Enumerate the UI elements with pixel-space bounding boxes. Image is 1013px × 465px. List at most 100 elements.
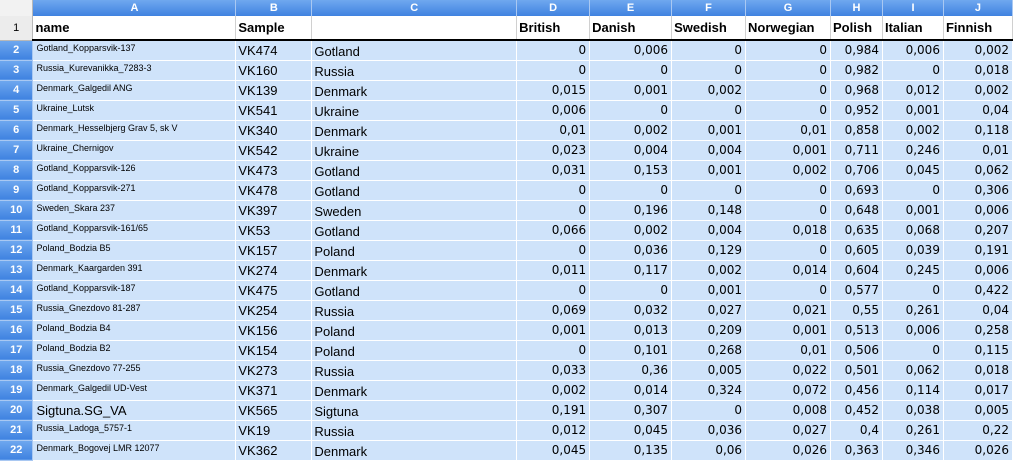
cell-polish[interactable]: 0,952 <box>830 100 883 121</box>
cell-finnish[interactable]: 0,207 <box>943 220 1013 241</box>
cell-british[interactable]: 0 <box>516 280 591 301</box>
cell-name[interactable]: Gotland_Kopparsvik-126 <box>32 160 237 181</box>
cell-norwegian[interactable]: 0,022 <box>745 360 831 381</box>
cell-finnish[interactable]: 0,062 <box>943 160 1013 181</box>
cell-danish[interactable]: 0,307 <box>589 400 673 421</box>
cell-polish[interactable]: 0,635 <box>830 220 883 241</box>
cell-finnish[interactable]: 0,22 <box>943 420 1013 441</box>
cell-british[interactable]: 0,001 <box>516 320 591 341</box>
cell-british[interactable]: 0,066 <box>516 220 591 241</box>
cell-name[interactable]: Denmark_Galgedil UD-Vest <box>32 380 237 401</box>
row-number[interactable]: 4 <box>0 80 34 101</box>
cell-swedish[interactable]: 0,002 <box>671 80 747 101</box>
row-number[interactable]: 18 <box>0 360 34 381</box>
cell-italian[interactable]: 0 <box>882 180 944 201</box>
cell-polish[interactable]: 0,706 <box>830 160 883 181</box>
cell-country[interactable]: Russia <box>311 420 518 441</box>
cell-norwegian[interactable]: 0 <box>745 200 831 221</box>
cell-country[interactable]: Russia <box>311 300 518 321</box>
cell-norwegian[interactable]: 0,072 <box>745 380 831 401</box>
row-number[interactable]: 1 <box>0 16 34 41</box>
column-header-b[interactable]: B <box>235 0 313 16</box>
cell-swedish[interactable]: 0,004 <box>671 220 747 241</box>
cell-sample[interactable]: VK473 <box>235 160 313 181</box>
cell-italian[interactable]: 0,068 <box>882 220 944 241</box>
cell-swedish[interactable]: 0,036 <box>671 420 747 441</box>
cell-british[interactable]: 0,006 <box>516 100 591 121</box>
cell-italian[interactable]: 0,039 <box>882 240 944 261</box>
cell-country[interactable]: Denmark <box>311 380 518 401</box>
row-number[interactable]: 14 <box>0 280 34 301</box>
cell-name[interactable]: Gotland_Kopparsvik-271 <box>32 180 237 201</box>
cell-finnish[interactable]: 0,422 <box>943 280 1013 301</box>
cell-country[interactable]: Gotland <box>311 180 518 201</box>
cell-danish[interactable]: 0,036 <box>589 240 673 261</box>
cell-norwegian[interactable]: 0 <box>745 60 831 81</box>
cell-italian[interactable]: 0,062 <box>882 360 944 381</box>
row-number[interactable]: 11 <box>0 220 34 241</box>
cell-finnish[interactable]: 0,026 <box>943 440 1013 461</box>
cell-norwegian[interactable]: 0 <box>745 240 831 261</box>
cell-finnish[interactable]: 0,017 <box>943 380 1013 401</box>
cell-sample[interactable]: VK154 <box>235 340 313 361</box>
cell-british[interactable]: 0 <box>516 60 591 81</box>
cell-swedish[interactable]: 0 <box>671 40 747 61</box>
cell-finnish[interactable]: 0,118 <box>943 120 1013 141</box>
cell-finnish[interactable]: 0,018 <box>943 360 1013 381</box>
header-cell-norwegian[interactable]: Norwegian <box>745 16 831 41</box>
cell-country[interactable]: Ukraine <box>311 140 518 161</box>
cell-norwegian[interactable]: 0,01 <box>745 120 831 141</box>
cell-sample[interactable]: VK397 <box>235 200 313 221</box>
cell-country[interactable]: Denmark <box>311 80 518 101</box>
cell-name[interactable]: Denmark_Bogovej LMR 12077 <box>32 440 237 461</box>
cell-danish[interactable]: 0,135 <box>589 440 673 461</box>
cell-italian[interactable]: 0,245 <box>882 260 944 281</box>
cell-swedish[interactable]: 0 <box>671 180 747 201</box>
cell-polish[interactable]: 0,648 <box>830 200 883 221</box>
cell-sample[interactable]: VK340 <box>235 120 313 141</box>
cell-finnish[interactable]: 0,258 <box>943 320 1013 341</box>
cell-country[interactable]: Denmark <box>311 440 518 461</box>
cell-polish[interactable]: 0,968 <box>830 80 883 101</box>
header-cell-danish[interactable]: Danish <box>589 16 673 41</box>
cell-polish[interactable]: 0,577 <box>830 280 883 301</box>
row-number[interactable]: 22 <box>0 440 34 461</box>
cell-name[interactable]: Ukraine_Chernigov <box>32 140 237 161</box>
header-cell-swedish[interactable]: Swedish <box>671 16 747 41</box>
cell-sample[interactable]: VK53 <box>235 220 313 241</box>
cell-polish[interactable]: 0,55 <box>830 300 883 321</box>
header-cell-italian[interactable]: Italian <box>882 16 944 41</box>
cell-italian[interactable]: 0,261 <box>882 300 944 321</box>
cell-name[interactable]: Gotland_Kopparsvik-161/65 <box>32 220 237 241</box>
cell-polish[interactable]: 0,858 <box>830 120 883 141</box>
cell-british[interactable]: 0 <box>516 180 591 201</box>
cell-british[interactable]: 0,012 <box>516 420 591 441</box>
cell-name[interactable]: Gotland_Kopparsvik-137 <box>32 40 237 61</box>
cell-italian[interactable]: 0,114 <box>882 380 944 401</box>
cell-name[interactable]: Ukraine_Lutsk <box>32 100 237 121</box>
cell-polish[interactable]: 0,4 <box>830 420 883 441</box>
cell-swedish[interactable]: 0,001 <box>671 120 747 141</box>
cell-sample[interactable]: VK160 <box>235 60 313 81</box>
cell-polish[interactable]: 0,452 <box>830 400 883 421</box>
cell-norwegian[interactable]: 0,001 <box>745 140 831 161</box>
cell-norwegian[interactable]: 0,027 <box>745 420 831 441</box>
row-number[interactable]: 10 <box>0 200 34 221</box>
row-number[interactable]: 21 <box>0 420 34 441</box>
cell-sample[interactable]: VK478 <box>235 180 313 201</box>
cell-finnish[interactable]: 0,191 <box>943 240 1013 261</box>
cell-name[interactable]: Poland_Bodzia B2 <box>32 340 237 361</box>
cell-swedish[interactable]: 0,324 <box>671 380 747 401</box>
cell-finnish[interactable]: 0,006 <box>943 260 1013 281</box>
cell-finnish[interactable]: 0,01 <box>943 140 1013 161</box>
cell-name[interactable]: Sweden_Skara 237 <box>32 200 237 221</box>
cell-british[interactable]: 0,033 <box>516 360 591 381</box>
header-cell-finnish[interactable]: Finnish <box>943 16 1013 41</box>
cell-danish[interactable]: 0 <box>589 180 673 201</box>
cell-italian[interactable]: 0,001 <box>882 100 944 121</box>
cell-british[interactable]: 0,031 <box>516 160 591 181</box>
cell-finnish[interactable]: 0,002 <box>943 40 1013 61</box>
cell-italian[interactable]: 0 <box>882 280 944 301</box>
cell-name[interactable]: Poland_Bodzia B4 <box>32 320 237 341</box>
cell-polish[interactable]: 0,604 <box>830 260 883 281</box>
